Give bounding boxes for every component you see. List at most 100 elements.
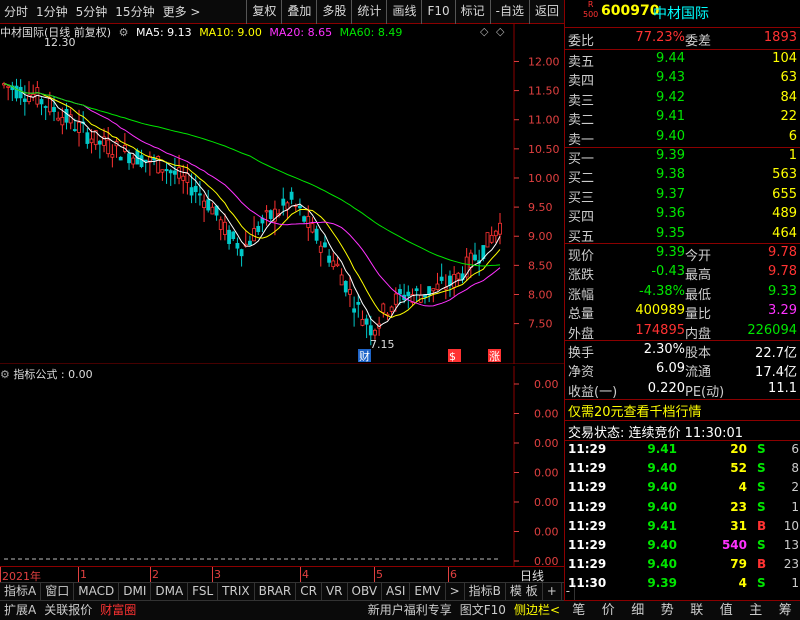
indicator-tab-10[interactable]: OBV bbox=[348, 583, 383, 600]
diamond-icon[interactable]: ◇ bbox=[480, 25, 488, 38]
candle-body bbox=[202, 200, 206, 208]
tick-volume: 20 bbox=[730, 442, 747, 456]
x-tick-label: 2 bbox=[152, 568, 159, 581]
indicator-tab-15[interactable]: 模 板 bbox=[506, 583, 543, 600]
candle-body bbox=[22, 98, 27, 102]
quote-tab-7[interactable]: 筹 bbox=[779, 601, 792, 620]
candle-body bbox=[414, 288, 419, 291]
candle-body bbox=[406, 291, 411, 297]
quote-row: 收益(一) 0.220 PE(动) 11.1 bbox=[565, 381, 800, 400]
candle-body bbox=[197, 193, 202, 196]
extension-tab-2[interactable]: 财富圈 bbox=[96, 601, 140, 620]
ask-label: 卖三 bbox=[568, 93, 595, 109]
collapse-icon[interactable]: ◇ bbox=[496, 25, 504, 38]
indicator-tab-5[interactable]: FSL bbox=[188, 583, 219, 600]
indicator-tab-12[interactable]: EMV bbox=[410, 583, 446, 600]
extension-link-2[interactable]: 侧边栏< bbox=[510, 601, 564, 620]
stat-label: 流通 bbox=[685, 365, 712, 381]
toolbar-button-4[interactable]: 画线 bbox=[386, 0, 421, 24]
divider bbox=[565, 49, 800, 50]
indicator-tab-9[interactable]: VR bbox=[322, 583, 348, 600]
bid-price[interactable]: 9.36 bbox=[656, 206, 685, 221]
candle-body bbox=[493, 230, 498, 237]
indicator-tab-2[interactable]: MACD bbox=[74, 583, 120, 600]
quote-tab-2[interactable]: 细 bbox=[631, 601, 644, 620]
settings-icon[interactable]: ⚙ bbox=[119, 26, 129, 39]
ask-price[interactable]: 9.42 bbox=[656, 90, 685, 105]
bid-price[interactable]: 9.39 bbox=[656, 148, 685, 163]
indicator-tab-11[interactable]: ASI bbox=[382, 583, 411, 600]
y-tick-label: 11.00 bbox=[528, 114, 560, 127]
toolbar-tab-3[interactable]: 15分钟 bbox=[111, 0, 158, 24]
ask-price[interactable]: 9.44 bbox=[656, 51, 685, 66]
candle-body bbox=[289, 191, 294, 200]
candle-body bbox=[206, 199, 211, 211]
candle-body bbox=[356, 301, 361, 305]
indicator-tab-13[interactable]: > bbox=[446, 583, 465, 600]
tick-row: 11:29 9.41 20 S 6 bbox=[565, 442, 800, 460]
indicator-tab-7[interactable]: BRAR bbox=[255, 583, 297, 600]
toolbar-button-3[interactable]: 统计 bbox=[351, 0, 386, 24]
indicator-tab-6[interactable]: TRIX bbox=[218, 583, 255, 600]
ask-price[interactable]: 9.43 bbox=[656, 70, 685, 85]
toolbar-tab-0[interactable]: 分时 bbox=[0, 0, 32, 24]
candle-body bbox=[168, 170, 173, 174]
indicator-tab-8[interactable]: CR bbox=[296, 583, 322, 600]
ask-volume: 63 bbox=[780, 70, 797, 86]
candle-body bbox=[118, 156, 123, 161]
bid-price[interactable]: 9.35 bbox=[656, 226, 685, 241]
toolbar-tab-1[interactable]: 1分钟 bbox=[32, 0, 72, 24]
bid-volume: 489 bbox=[772, 206, 797, 222]
ask-label: 卖四 bbox=[568, 74, 595, 90]
toolbar-button-2[interactable]: 多股 bbox=[316, 0, 351, 24]
toolbar-button-7[interactable]: -自选 bbox=[489, 0, 529, 24]
candlestick-chart[interactable]: 12.00 11.50 11.00 10.50 10.00 9.50 9.00 8.50 8.0… bbox=[0, 24, 564, 364]
tick-side: S bbox=[757, 538, 766, 552]
stat-label: 总量 bbox=[568, 307, 595, 323]
promo-link[interactable]: 仅需20元查看千档行情 bbox=[568, 401, 702, 420]
quote-tab-1[interactable]: 价 bbox=[602, 601, 615, 620]
toolbar-tab-2[interactable]: 5分钟 bbox=[72, 0, 112, 24]
toolbar-button-6[interactable]: 标记 bbox=[454, 0, 490, 24]
indicator-tab-1[interactable]: 窗口 bbox=[41, 583, 75, 600]
ask-price[interactable]: 9.40 bbox=[656, 129, 685, 144]
indicator-tab-3[interactable]: DMI bbox=[119, 583, 152, 600]
stat-value: -4.38% bbox=[639, 283, 685, 299]
indicator-tab-16[interactable]: + bbox=[543, 583, 562, 600]
candle-body bbox=[335, 263, 340, 267]
indicator-tab-4[interactable]: DMA bbox=[151, 583, 189, 600]
quote-tab-5[interactable]: 值 bbox=[720, 601, 733, 620]
quote-tab-3[interactable]: 势 bbox=[661, 601, 674, 620]
extension-tab-1[interactable]: 关联报价 bbox=[40, 601, 96, 620]
ask-price[interactable]: 9.41 bbox=[656, 109, 685, 124]
label: 委差 bbox=[685, 34, 712, 49]
quote-tab-0[interactable]: 笔 bbox=[572, 601, 585, 620]
bid-volume: 655 bbox=[772, 186, 797, 202]
candle-body bbox=[298, 205, 302, 209]
indicator-tab-0[interactable]: 指标A bbox=[0, 583, 42, 600]
event-marker-label: 财 bbox=[359, 349, 370, 363]
extension-tab-0[interactable]: 扩展A bbox=[0, 601, 40, 620]
quote-row: 卖一 9.40 6 bbox=[565, 129, 800, 148]
toolbar-tab-4[interactable]: 更多 > bbox=[159, 0, 205, 24]
candle-body bbox=[231, 231, 236, 240]
stat-value: 6.09 bbox=[656, 361, 685, 377]
bid-price[interactable]: 9.38 bbox=[656, 167, 685, 182]
toolbar-button-1[interactable]: 叠加 bbox=[281, 0, 316, 24]
tick-side: B bbox=[757, 557, 767, 572]
indicator-tab-14[interactable]: 指标B bbox=[465, 583, 506, 600]
quote-tab-4[interactable]: 联 bbox=[690, 601, 703, 620]
toolbar-button-8[interactable]: 返回 bbox=[528, 0, 564, 24]
candle-body bbox=[227, 229, 231, 244]
indicator-chart[interactable]: 0.00 0.00 0.00 0.00 0.00 0.00 0.00 bbox=[0, 366, 564, 566]
extension-link-1[interactable]: 图文F10 bbox=[456, 601, 510, 620]
toolbar-button-0[interactable]: 复权 bbox=[246, 0, 281, 24]
toolbar-button-5[interactable]: F10 bbox=[421, 0, 454, 24]
candle-body bbox=[18, 86, 23, 99]
stat-label: 涨跌 bbox=[568, 268, 595, 284]
stock-code: 600970 bbox=[601, 3, 660, 19]
quote-tab-6[interactable]: 主 bbox=[749, 601, 762, 620]
extension-link-0[interactable]: 新用户福利专享 bbox=[364, 601, 456, 620]
tick-price: 9.40 bbox=[647, 557, 677, 572]
bid-price[interactable]: 9.37 bbox=[656, 187, 685, 202]
